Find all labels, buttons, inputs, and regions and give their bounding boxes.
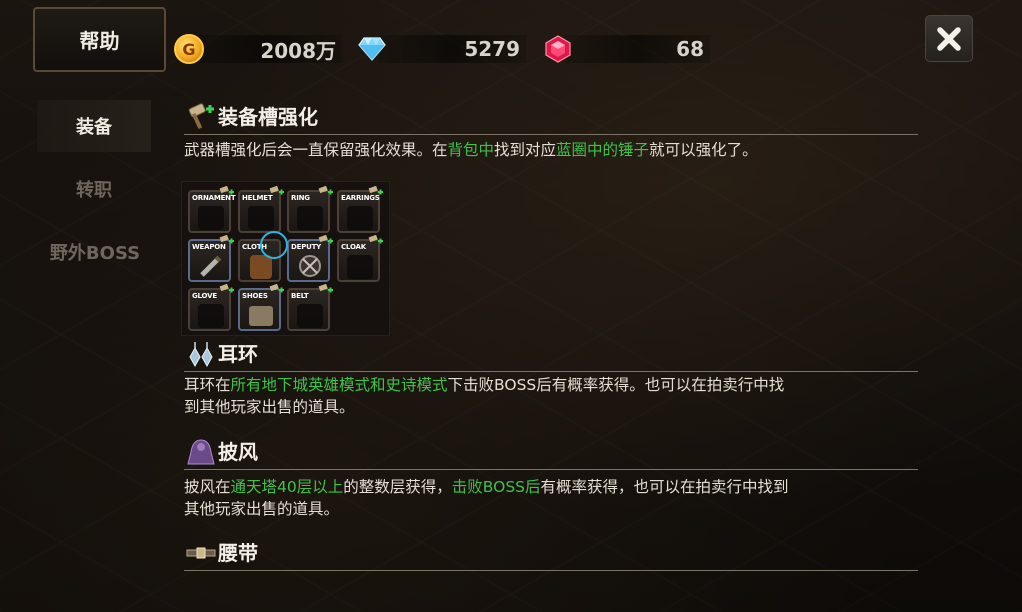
section-cloak-header: 披风 bbox=[184, 438, 918, 470]
hammer-icon bbox=[318, 235, 333, 244]
close-button[interactable] bbox=[925, 15, 973, 62]
ruby-icon bbox=[545, 35, 571, 63]
section-title: 披风 bbox=[218, 440, 258, 464]
section-earrings-text: 耳环在所有地下城英雄模式和史诗模式下击败BOSS后有概率获得。也可以在拍卖行中找… bbox=[184, 376, 785, 416]
hammer-icon bbox=[318, 284, 333, 293]
slot-ring: RING bbox=[287, 186, 333, 233]
slot-helmet: HELMET bbox=[238, 186, 284, 233]
help-tab[interactable]: 帮助 bbox=[33, 7, 166, 72]
hammer-icon bbox=[219, 284, 234, 293]
section-title: 腰带 bbox=[218, 541, 258, 565]
section-slot-upgrade-header: 装备槽强化 bbox=[184, 103, 918, 135]
hammer-icon bbox=[318, 186, 333, 195]
section-title: 耳环 bbox=[218, 342, 258, 366]
hammer-icon bbox=[219, 186, 234, 195]
hammer-icon bbox=[219, 235, 234, 244]
slot-shoes: SHOES bbox=[238, 284, 284, 331]
section-belt-header: 腰带 bbox=[184, 539, 918, 571]
tab-field-boss[interactable]: 野外BOSS bbox=[40, 226, 150, 278]
gold-amount: 2008万 bbox=[190, 35, 342, 63]
tab-job-change[interactable]: 转职 bbox=[37, 163, 151, 215]
diamond-amount: 5279 bbox=[378, 35, 526, 63]
hammer-icon bbox=[269, 186, 284, 195]
diamond-icon bbox=[358, 37, 386, 61]
section-slot-upgrade-text: 武器槽强化后会一直保留强化效果。在背包中找到对应蓝圈中的锤子就可以强化了。 bbox=[184, 141, 758, 159]
ruby-amount: 68 bbox=[565, 35, 710, 63]
slot-deputy: DEPUTY bbox=[287, 235, 333, 282]
section-cloak-text: 披风在通天塔40层以上的整数层获得，击败BOSS后有概率获得，也可以在拍卖行中找… bbox=[184, 478, 789, 518]
tab-equipment[interactable]: 装备 bbox=[37, 100, 151, 152]
cloak-icon bbox=[187, 439, 215, 465]
equipment-slot-grid: ORNAMENT HELMET RING EARRINGS WEAPON CLO… bbox=[181, 181, 390, 336]
slot-cloak: CLOAK bbox=[337, 235, 383, 282]
slot-earrings: EARRINGS bbox=[337, 186, 383, 233]
hammer-icon bbox=[269, 284, 284, 293]
hammer-icon bbox=[368, 235, 383, 244]
earrings-icon bbox=[189, 342, 213, 368]
hammer-icon bbox=[368, 186, 383, 195]
dim-overlay bbox=[0, 0, 1022, 612]
section-title: 装备槽强化 bbox=[218, 105, 318, 129]
close-icon bbox=[937, 26, 961, 51]
hammer-icon bbox=[188, 103, 214, 129]
slot-belt: BELT bbox=[287, 284, 333, 331]
section-earrings-header: 耳环 bbox=[184, 340, 918, 372]
gold-coin-icon: G bbox=[174, 34, 204, 64]
slot-ornament: ORNAMENT bbox=[188, 186, 236, 233]
slot-weapon: WEAPON bbox=[188, 235, 234, 282]
slot-glove: GLOVE bbox=[188, 284, 234, 331]
blue-circle-highlight bbox=[260, 231, 288, 259]
belt-icon bbox=[186, 547, 216, 559]
